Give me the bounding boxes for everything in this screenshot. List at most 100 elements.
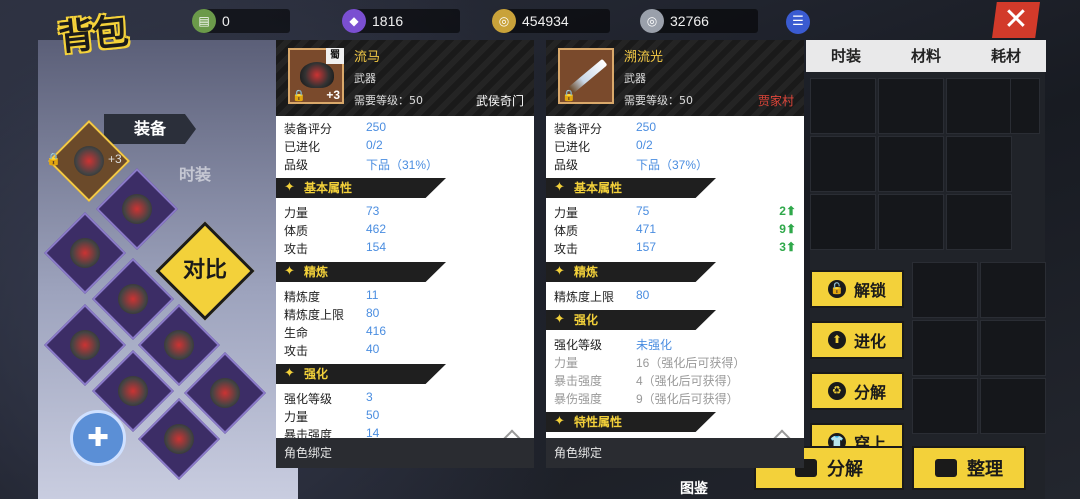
lock-icon: 🔒 [562,89,576,102]
inventory-slot[interactable] [980,320,1046,376]
close-button[interactable]: ✕ [992,2,1040,38]
inventory-slot[interactable] [912,320,978,376]
inventory-slot[interactable] [946,78,1012,134]
stat-row: 攻击 154 [284,240,526,258]
item-type: 武器 [354,72,376,85]
stat-row: 暴伤强度 9（强化后可获得） [554,390,796,408]
stat-row: 已进化 0/2 [554,138,796,156]
bind-status: 角色绑定 [276,438,534,468]
section-refine: 精炼 [276,262,446,282]
helmet-icon [122,194,152,224]
inventory-slot[interactable] [912,378,978,434]
item-name: 流马 [354,50,381,65]
ring-icon [118,376,148,406]
section-special-attributes: 特性属性 [546,412,716,432]
tab-fashion[interactable]: 时装 [806,40,886,72]
item-card-header: 蜀 🔒 +3 流马 武器 需要等级：50 武侯奇门 [276,40,534,116]
stat-row: 强化等级 3 [284,390,526,408]
stat-value: 462 [366,222,387,236]
item-card-body[interactable]: 装备评分 250 已进化 0/2 品级 下品（37%） 基本属性 力量 75 2⬆ 体质 4… [546,116,804,438]
tab-fashion-left[interactable]: 时装 [150,160,240,190]
gold-coin-icon: ◎ [492,9,516,33]
stat-row: 精炼度上限 80 [284,306,526,324]
stat-key: 攻击 [554,242,579,256]
stat-row: 力量 50 [284,408,526,426]
medkit-icon[interactable]: ✚ [70,410,126,466]
stat-value: 154 [366,240,387,254]
stat-value: 80 [636,288,650,302]
inventory-slot[interactable] [980,378,1046,434]
stat-row: 装备评分 250 [554,120,796,138]
inventory-slot[interactable] [980,262,1046,318]
stat-key: 精炼度上限 [284,308,345,322]
stat-row: 力量 73 [284,204,526,222]
sort-button[interactable]: 整理 [912,446,1026,490]
stat-key: 已进化 [284,140,321,154]
unlock-label: 解锁 [853,281,886,300]
codex-button[interactable]: 图鉴 [680,478,708,498]
stat-key: 装备评分 [284,122,333,136]
inventory-slot[interactable] [810,194,876,250]
weapon-icon [74,146,104,176]
inventory-slot[interactable] [810,136,876,192]
stat-key: 攻击 [284,344,309,358]
stat-value: 73 [366,204,380,218]
item-card-compare: 🔒 溯流光 武器 需要等级：50 贾家村 装备评分 250 已进化 0/2 品级 下品… [546,40,804,468]
stat-row: 暴击强度 14 [284,426,526,438]
inventory-slot[interactable] [878,136,944,192]
item-icon: 蜀 🔒 +3 [288,48,344,104]
stat-value: 3 [366,390,373,404]
inventory-slot[interactable] [1010,78,1040,134]
stat-key: 暴击强度 [284,428,333,438]
stat-key: 力量 [284,410,309,424]
item-card-body[interactable]: 装备评分 250 已进化 0/2 品级 下品（31%） 基本属性 力量 73 体质 462… [276,116,534,438]
stat-value: 471 [636,222,657,236]
stat-value: 416 [366,324,387,338]
stat-key: 品级 [554,158,579,172]
faction-tag: 蜀 [326,48,344,64]
stat-value: 11 [366,288,379,302]
stat-row: 装备评分 250 [284,120,526,138]
menu-icon[interactable]: ☰ [786,10,810,34]
bind-status: 角色绑定 [546,438,804,468]
tab-materials[interactable]: 材料 [886,40,966,72]
stat-key: 体质 [554,224,579,238]
stat-increase: 9⬆ [779,222,796,236]
resource-cash-value: 0 [222,13,230,29]
stat-key: 力量 [284,206,309,220]
evolve-button[interactable]: ⬆ 进化 [810,321,904,359]
stat-value: 14 [366,426,380,438]
tab-equipment[interactable]: 装备 [104,114,196,144]
stat-row: 力量 16（强化后可获得） [554,354,796,372]
unlock-button[interactable]: 🔓 解锁 [810,270,904,308]
section-basic-attributes: 基本属性 [546,178,716,198]
item-source: 武侯奇门 [475,94,524,108]
stat-key: 品级 [284,158,309,172]
shoes-icon [210,378,240,408]
stat-value: 未强化 [636,338,673,352]
dismantle-button[interactable]: ♻ 分解 [810,372,904,410]
stat-value: 157 [636,240,657,254]
inventory-slot[interactable] [878,194,944,250]
cash-stack-icon: ▤ [192,9,216,33]
item-level: 需要等级：50 [624,94,693,107]
inventory-slot[interactable] [946,136,1012,192]
stat-value: 80 [366,306,380,320]
tab-consumables[interactable]: 耗材 [966,40,1046,72]
compare-label: 对比 [182,258,227,283]
top-bar: 背包 ▤ 0 ◆ 1816 ◎ 454934 ◎ 32766 ☰ ✕ [0,0,1080,59]
resource-gem: ◆ 1816 [342,9,460,33]
lock-icon: 🔒 [292,89,306,102]
section-enhance: 强化 [546,310,716,330]
inventory-slot[interactable] [810,78,876,134]
inventory-slot[interactable] [946,194,1012,250]
item-card-header: 🔒 溯流光 武器 需要等级：50 贾家村 [546,40,804,116]
stat-value: 40 [366,342,380,356]
inventory-slot[interactable] [912,262,978,318]
stat-value: 0/2 [366,138,383,152]
amulet-icon [164,424,194,454]
item-source: 贾家村 [757,94,794,108]
stat-row: 精炼度 11 [284,288,526,306]
inventory-slot[interactable] [878,78,944,134]
pants-icon [164,330,194,360]
